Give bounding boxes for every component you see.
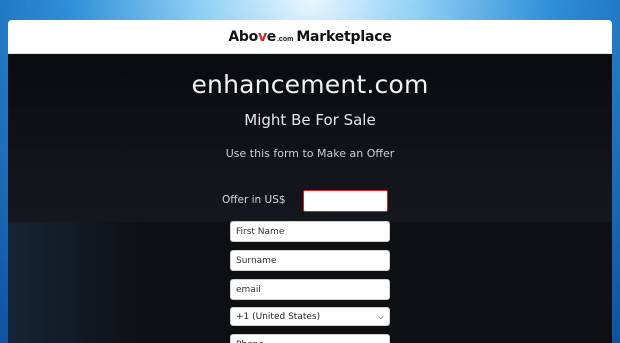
logo-above-text: Above bbox=[228, 28, 276, 45]
panel-lower-glow bbox=[8, 222, 148, 343]
offer-label: Offer in US$ bbox=[222, 194, 286, 206]
logo-com-text: .com bbox=[276, 35, 294, 43]
surname-field[interactable] bbox=[230, 250, 390, 271]
header-bar: Above .com Marketplace bbox=[8, 20, 612, 54]
email-field[interactable] bbox=[230, 279, 390, 300]
offer-amount-input[interactable] bbox=[303, 190, 388, 212]
country-code-value: +1 (United States) bbox=[236, 311, 321, 322]
phone-field[interactable] bbox=[230, 334, 390, 343]
sale-subtitle: Might Be For Sale bbox=[244, 111, 376, 129]
domain-title: enhancement.com bbox=[191, 70, 429, 99]
country-code-select[interactable]: +1 (United States) ⌵ bbox=[230, 307, 390, 326]
first-name-field[interactable] bbox=[230, 221, 390, 242]
chevron-down-icon: ⌵ bbox=[377, 311, 384, 321]
form-instruction: Use this form to Make an Offer bbox=[225, 147, 395, 160]
logo-marketplace-text: Marketplace bbox=[296, 28, 392, 45]
above-marketplace-logo[interactable]: Above .com Marketplace bbox=[228, 29, 391, 45]
